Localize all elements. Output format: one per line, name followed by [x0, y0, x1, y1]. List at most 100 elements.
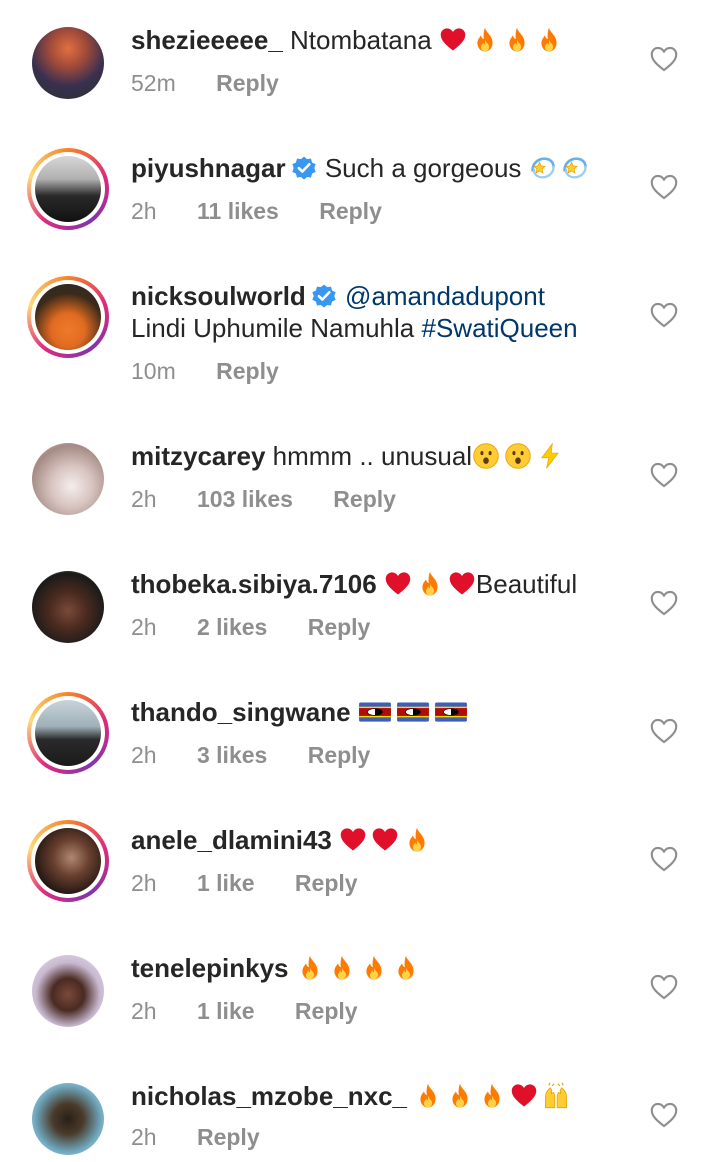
heart-outline-icon[interactable]: [650, 974, 678, 1000]
reply-button[interactable]: Reply: [295, 870, 358, 897]
avatar[interactable]: [27, 438, 109, 520]
comment-text: Beautiful: [475, 569, 578, 599]
heart-outline-icon[interactable]: [650, 846, 678, 872]
fire-emoji: [398, 955, 414, 980]
comment-username[interactable]: shezieeeee_: [131, 25, 283, 55]
reply-button[interactable]: Reply: [216, 358, 279, 385]
hushed-face-emoji: [505, 443, 531, 469]
reply-button[interactable]: Reply: [308, 614, 371, 641]
avatar[interactable]: [27, 692, 109, 774]
comment-text: hmmm .. unusual: [272, 441, 473, 471]
heart-outline-icon[interactable]: [650, 590, 678, 616]
avatar[interactable]: [27, 820, 109, 902]
avatar-image: [32, 443, 104, 515]
fire-emoji: [477, 27, 493, 52]
comment-timestamp: 2h: [131, 614, 157, 640]
heart-outline-icon[interactable]: [650, 1102, 678, 1128]
likes-count[interactable]: 1 like: [197, 870, 255, 897]
comment-item: thando_singwane 2h 3 likes Reply: [0, 672, 720, 800]
hushed-face-emoji: [473, 443, 499, 469]
avatar[interactable]: [27, 148, 109, 230]
comment-text: Such a gorgeous: [324, 153, 522, 183]
avatar-image: [35, 156, 101, 222]
comment-timestamp: 10m: [131, 358, 176, 384]
likes-count[interactable]: 11 likes: [197, 198, 279, 225]
avatar-image: [35, 284, 101, 350]
avatar[interactable]: [27, 22, 109, 104]
heart-outline-icon[interactable]: [650, 46, 678, 72]
reply-button[interactable]: Reply: [216, 70, 279, 97]
comment-text: Ntombatana: [290, 25, 432, 55]
likes-count[interactable]: 1 like: [197, 998, 255, 1025]
comment-item: shezieeeee_ Ntombatana 52m Reply: [0, 0, 720, 128]
comment-item: piyushnagar Such a gorgeous 2h 11 likes …: [0, 128, 720, 256]
comment-text: Lindi Uphumile Namuhla: [131, 313, 422, 343]
comment-timestamp: 2h: [131, 742, 157, 768]
verified-badge-icon: [312, 284, 336, 308]
dizzy-emoji: [530, 157, 555, 179]
comment-list: shezieeeee_ Ntombatana 52m Reply piyushn…: [0, 0, 720, 1162]
comment-item: tenelepinkys 2h 1 like Reply: [0, 928, 720, 1056]
reply-button[interactable]: Reply: [295, 998, 358, 1025]
fire-emoji: [366, 955, 382, 980]
emoji-group: [339, 825, 431, 855]
eswatini-flag-emoji: [358, 702, 391, 722]
comment-username[interactable]: thobeka.sibiya.7106: [131, 569, 377, 599]
avatar[interactable]: [27, 1078, 109, 1160]
eswatini-flag-emoji: [434, 702, 467, 722]
emoji-group: [529, 153, 589, 183]
heart-outline-icon[interactable]: [650, 462, 678, 488]
avatar-image: [32, 571, 104, 643]
red-heart-emoji: [385, 572, 411, 595]
comment-timestamp: 2h: [131, 870, 157, 896]
red-heart-emoji: [372, 828, 398, 851]
comment-username[interactable]: tenelepinkys: [131, 953, 289, 983]
heart-outline-icon[interactable]: [650, 174, 678, 200]
likes-count[interactable]: 3 likes: [197, 742, 267, 769]
red-heart-emoji: [511, 1084, 537, 1107]
high-voltage-emoji: [541, 442, 559, 469]
mention-link[interactable]: @amandadupont: [345, 281, 545, 311]
emoji-group: [472, 441, 564, 471]
comment-username[interactable]: nicholas_mzobe_nxc_: [131, 1081, 407, 1111]
emoji-group: [358, 697, 468, 727]
avatar-image: [35, 828, 101, 894]
reply-button[interactable]: Reply: [197, 1124, 260, 1151]
heart-outline-icon[interactable]: [650, 302, 678, 328]
reply-button[interactable]: Reply: [319, 198, 382, 225]
avatar[interactable]: [27, 950, 109, 1032]
avatar-image: [32, 955, 104, 1027]
raised-hands-emoji: [545, 1082, 568, 1109]
reply-button[interactable]: Reply: [308, 742, 371, 769]
red-heart-emoji: [449, 572, 475, 595]
fire-emoji: [509, 27, 525, 52]
comment-timestamp: 2h: [131, 198, 157, 224]
likes-count[interactable]: 103 likes: [197, 486, 293, 513]
comment-item: mitzycarey hmmm .. unusual 2h 103 likes …: [0, 416, 720, 544]
comment-timestamp: 2h: [131, 998, 157, 1024]
emoji-group: [296, 953, 420, 983]
comment-username[interactable]: piyushnagar: [131, 153, 286, 183]
comment-username[interactable]: mitzycarey: [131, 441, 265, 471]
emoji-group: [414, 1081, 570, 1111]
comment-username[interactable]: thando_singwane: [131, 697, 351, 727]
comment-username[interactable]: nicksoulworld: [131, 281, 306, 311]
red-heart-emoji: [340, 828, 366, 851]
heart-outline-icon[interactable]: [650, 718, 678, 744]
avatar[interactable]: [27, 276, 109, 358]
comment-username[interactable]: anele_dlamini43: [131, 825, 332, 855]
reply-button[interactable]: Reply: [333, 486, 396, 513]
verified-badge-icon: [291, 156, 316, 180]
likes-count[interactable]: 2 likes: [197, 614, 267, 641]
avatar-image: [35, 700, 101, 766]
avatar[interactable]: [27, 566, 109, 648]
emoji-group: [384, 569, 476, 599]
comment-item: thobeka.sibiya.7106 Beautiful 2h 2 likes…: [0, 544, 720, 672]
hashtag-link[interactable]: #SwatiQueen: [421, 313, 577, 343]
eswatini-flag-emoji: [396, 702, 429, 722]
fire-emoji: [409, 827, 425, 852]
fire-emoji: [484, 1083, 500, 1108]
fire-emoji: [334, 955, 350, 980]
fire-emoji: [420, 1083, 436, 1108]
comment-timestamp: 2h: [131, 486, 157, 512]
